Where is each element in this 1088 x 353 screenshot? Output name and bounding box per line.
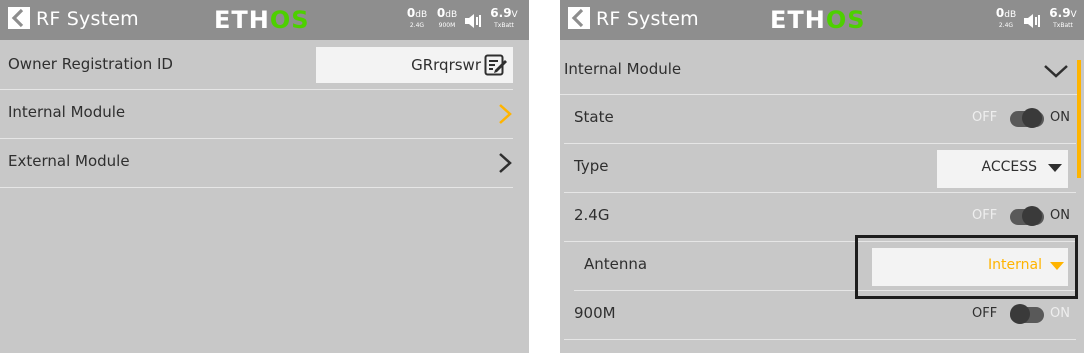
internal-module-label: Internal Module	[564, 60, 682, 78]
owner-registration-field[interactable]: GRrqrswr	[316, 47, 513, 83]
toggle-knob	[1022, 206, 1042, 226]
toggle-on-label: ON	[1050, 110, 1070, 125]
rssi-900m: 0dB 900M	[436, 6, 458, 30]
scrollbar[interactable]	[1077, 60, 1081, 178]
rssi-24g: 0dB 2.4G	[406, 6, 428, 30]
owner-registration-value: GRrqrswr	[411, 56, 481, 74]
back-icon[interactable]	[8, 7, 30, 29]
battery-voltage: 6.9V TxBatt	[1049, 6, 1077, 30]
toggle-on-label: ON	[1050, 306, 1070, 321]
toggle-off-label: OFF	[972, 306, 998, 321]
type-row: Type ACCESS	[564, 144, 1076, 193]
speaker-icon[interactable]	[1023, 13, 1041, 33]
rf-system-screen-right: RF System ETHOS 0dB 2.4G 6.9V TxBatt Int…	[560, 0, 1084, 353]
status-area: 0dB 2.4G 0dB 900M 6.9V TxBatt	[403, 7, 521, 35]
owner-registration-label: Owner Registration ID	[8, 55, 173, 73]
internal-module-row[interactable]: Internal Module	[560, 46, 1080, 95]
type-select[interactable]: ACCESS	[937, 150, 1068, 188]
antenna-label: Antenna	[584, 255, 648, 273]
state-row: State OFF ON	[564, 95, 1076, 144]
chevron-right-icon	[498, 153, 512, 173]
external-module-label: External Module	[8, 152, 130, 170]
top-bar: RF System ETHOS 0dB 2.4G 0dB 900M 6.9V T…	[0, 0, 529, 40]
battery-voltage: 6.9V TxBatt	[490, 6, 518, 30]
page-title: RF System	[596, 8, 699, 30]
g24-toggle[interactable]: OFF ON	[972, 205, 1072, 227]
top-bar: RF System ETHOS 0dB 2.4G 6.9V TxBatt	[560, 0, 1084, 40]
g24-label: 2.4G	[574, 206, 610, 224]
owner-registration-row: Owner Registration ID GRrqrswr	[0, 41, 513, 90]
back-icon[interactable]	[568, 7, 590, 29]
edit-icon[interactable]	[484, 54, 508, 76]
internal-module-label: Internal Module	[8, 103, 126, 121]
type-label: Type	[574, 157, 609, 175]
chevron-down-icon	[1044, 64, 1068, 78]
rssi-24g: 0dB 2.4G	[995, 6, 1017, 30]
state-toggle[interactable]: OFF ON	[972, 107, 1072, 129]
caret-down-icon	[1048, 164, 1062, 172]
toggle-off-label: OFF	[972, 208, 998, 223]
ethos-logo: ETHOS	[214, 6, 310, 34]
rf-system-screen-left: RF System ETHOS 0dB 2.4G 0dB 900M 6.9V T…	[0, 0, 529, 353]
speaker-icon[interactable]	[464, 13, 482, 33]
chevron-right-icon	[498, 104, 512, 124]
toggle-on-label: ON	[1050, 208, 1070, 223]
toggle-knob	[1022, 108, 1042, 128]
m900-toggle[interactable]: OFF ON	[972, 303, 1072, 325]
toggle-off-label: OFF	[972, 110, 998, 125]
status-area: 0dB 2.4G 6.9V TxBatt	[992, 7, 1080, 35]
state-label: State	[574, 108, 614, 126]
m900-label: 900M	[574, 304, 616, 322]
ethos-logo: ETHOS	[770, 6, 866, 34]
internal-module-row[interactable]: Internal Module	[0, 90, 513, 139]
page-title: RF System	[36, 8, 139, 30]
external-module-row[interactable]: External Module	[0, 139, 513, 188]
type-value: ACCESS	[981, 159, 1037, 175]
toggle-knob	[1010, 304, 1030, 324]
antenna-highlight-frame	[855, 235, 1078, 299]
